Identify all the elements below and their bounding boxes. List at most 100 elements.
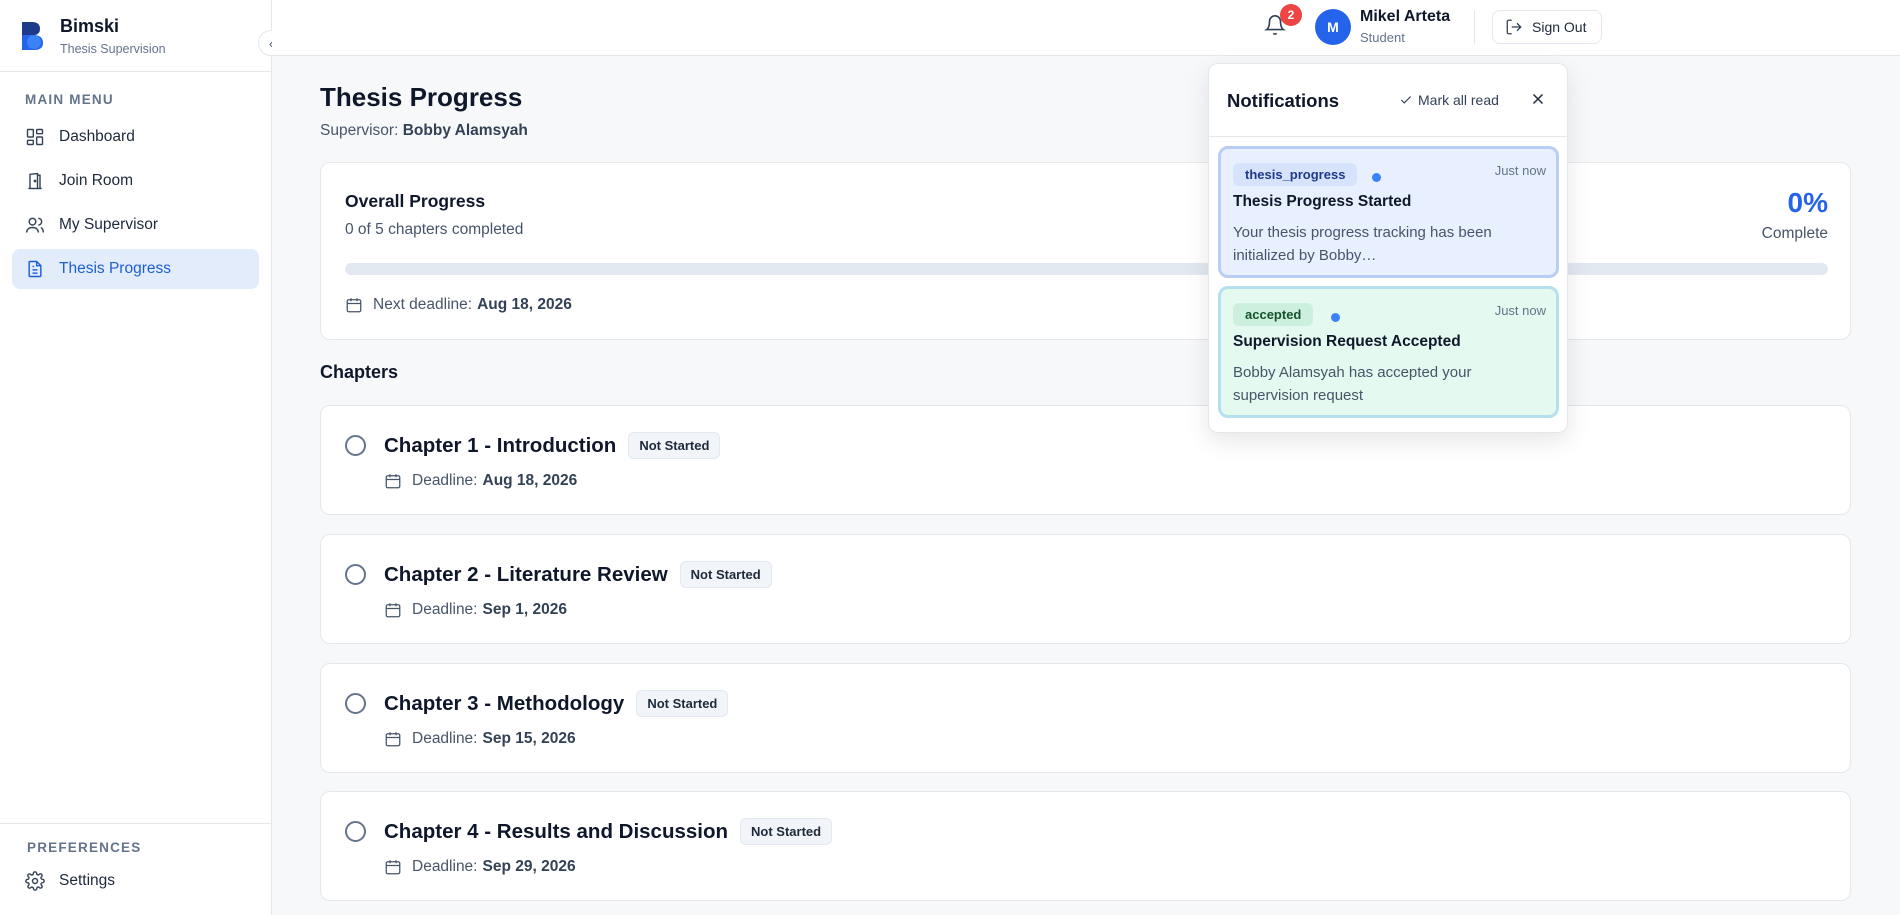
progress-bar — [345, 263, 1828, 275]
deadline-date: Sep 29, 2026 — [482, 858, 576, 875]
sidebar-item-join-room[interactable]: Join Room — [12, 161, 259, 201]
next-deadline-date: Aug 18, 2026 — [477, 296, 572, 313]
chapter-title-row: Chapter 3 - Methodology Not Started — [384, 690, 729, 717]
bimski-logo-icon — [22, 21, 43, 50]
sidebar-item-label: Thesis Progress — [59, 260, 171, 277]
mark-all-read-button[interactable]: Mark all read — [1399, 92, 1499, 108]
unread-dot — [1331, 313, 1340, 322]
chapter-deadline: Deadline: Sep 15, 2026 — [384, 730, 576, 748]
check-icon — [1400, 96, 1412, 104]
chapter-title-row: Chapter 1 - Introduction Not Started — [384, 432, 721, 459]
user-role: Student — [1360, 30, 1405, 45]
notification-body: Bobby Alamsyah has accepted your supervi… — [1233, 364, 1472, 404]
top-bar — [272, 0, 1900, 56]
chapter-title: Chapter 2 - Literature Review — [384, 562, 668, 586]
dashboard-icon — [26, 128, 44, 146]
chapter-title: Chapter 1 - Introduction — [384, 433, 617, 457]
supervisor-line: Supervisor: Bobby Alamsyah — [320, 122, 528, 140]
notifications-header: Notifications Mark all read — [1209, 64, 1567, 137]
chapter-status-radio[interactable] — [345, 435, 366, 456]
progress-title: Overall Progress — [345, 191, 486, 211]
document-icon — [28, 260, 42, 278]
notification-count-badge: 2 — [1280, 4, 1302, 26]
next-deadline: Next deadline: Aug 18, 2026 — [345, 296, 572, 314]
deadline-prefix: Deadline: — [412, 472, 478, 489]
preferences-label: PREFERENCES — [27, 840, 142, 855]
status-badge: Not Started — [636, 690, 729, 717]
chapter-deadline: Deadline: Aug 18, 2026 — [384, 472, 577, 490]
progress-complete-label: Complete — [1761, 225, 1828, 242]
header-divider — [1474, 10, 1475, 44]
notification-title: Supervision Request Accepted — [1233, 333, 1461, 350]
notification-time: Just now — [1494, 163, 1546, 178]
sign-out-label: Sign Out — [1532, 19, 1587, 35]
progress-subtitle: 0 of 5 chapters completed — [345, 221, 524, 238]
close-icon — [1532, 93, 1544, 105]
chapter-card[interactable]: Chapter 1 - Introduction Not Started Dea… — [320, 405, 1851, 515]
chapter-card[interactable]: Chapter 3 - Methodology Not Started Dead… — [320, 663, 1851, 773]
chapter-title: Chapter 4 - Results and Discussion — [384, 819, 729, 843]
status-badge: Not Started — [628, 432, 721, 459]
sidebar-item-label: Dashboard — [59, 128, 135, 145]
notifications-title: Notifications — [1227, 90, 1340, 111]
unread-dot — [1372, 173, 1381, 182]
brand-subtitle: Thesis Supervision — [60, 41, 166, 56]
chapter-title-row: Chapter 2 - Literature Review Not Starte… — [384, 561, 772, 588]
chapters-heading: Chapters — [320, 362, 399, 382]
chapter-card[interactable]: Chapter 2 - Literature Review Not Starte… — [320, 534, 1851, 644]
chapter-title: Chapter 3 - Methodology — [384, 691, 625, 715]
status-badge: Not Started — [679, 561, 772, 588]
chapter-status-radio[interactable] — [345, 821, 366, 842]
calendar-icon — [385, 474, 401, 489]
chapter-title-row: Chapter 4 - Results and Discussion Not S… — [384, 818, 833, 845]
mark-all-read-label: Mark all read — [1418, 92, 1499, 108]
progress-percent: 0% — [1787, 187, 1828, 218]
chapter-card[interactable]: Chapter 4 - Results and Discussion Not S… — [320, 791, 1851, 901]
notification-tag: thesis_progress — [1233, 163, 1358, 186]
deadline-date: Aug 18, 2026 — [482, 472, 578, 489]
sidebar-item-thesis-progress[interactable]: Thesis Progress — [12, 249, 259, 289]
deadline-prefix: Deadline: — [412, 730, 478, 747]
preferences-section: PREFERENCES Settings — [0, 823, 271, 915]
sidebar-item-label: Settings — [59, 872, 116, 889]
notification-title: Thesis Progress Started — [1233, 193, 1412, 210]
next-deadline-prefix: Next deadline: — [373, 296, 473, 313]
users-icon — [25, 217, 45, 233]
sign-out-button[interactable]: Sign Out — [1492, 10, 1602, 44]
sidebar-item-my-supervisor[interactable]: My Supervisor — [12, 205, 259, 245]
brand-name: Bimski — [60, 15, 120, 36]
supervisor-prefix: Supervisor: — [320, 122, 399, 139]
sidebar-item-dashboard[interactable]: Dashboard — [12, 117, 259, 157]
calendar-icon — [346, 298, 362, 313]
notification-time: Just now — [1494, 303, 1546, 318]
supervisor-name: Bobby Alamsyah — [402, 122, 528, 139]
calendar-icon — [385, 860, 401, 875]
brand: Bimski Thesis Supervision ‹ — [0, 0, 284, 72]
overall-progress-card: Overall Progress 0 of 5 chapters complet… — [320, 162, 1851, 340]
sidebar-item-settings[interactable]: Settings — [12, 861, 259, 901]
calendar-icon — [385, 732, 401, 747]
logout-icon — [1506, 19, 1522, 35]
chapter-deadline: Deadline: Sep 29, 2026 — [384, 858, 576, 876]
chapter-status-radio[interactable] — [345, 564, 366, 585]
sidebar-item-label: Join Room — [59, 172, 134, 189]
deadline-date: Sep 15, 2026 — [482, 730, 576, 747]
status-badge: Not Started — [740, 818, 833, 845]
notification-item[interactable]: thesis_progress Just now Thesis Progress… — [1218, 146, 1559, 278]
gear-icon — [25, 871, 45, 891]
chapter-deadline: Deadline: Sep 1, 2026 — [384, 601, 567, 619]
notification-item[interactable]: accepted Just now Supervision Request Ac… — [1218, 286, 1559, 418]
notification-tag: accepted — [1233, 303, 1314, 326]
door-icon — [28, 172, 42, 190]
notifications-panel: Notifications Mark all read thesis_progr… — [1208, 63, 1568, 433]
notification-body: Your thesis progress tracking has been i… — [1233, 224, 1492, 264]
deadline-date: Sep 1, 2026 — [482, 601, 567, 618]
sidebar: Bimski Thesis Supervision ‹ MAIN MENU Da… — [0, 0, 284, 915]
deadline-prefix: Deadline: — [412, 601, 478, 618]
chapter-status-radio[interactable] — [345, 693, 366, 714]
page-title: Thesis Progress — [320, 82, 523, 112]
sidebar-item-label: My Supervisor — [59, 216, 159, 233]
avatar[interactable]: M — [1315, 9, 1351, 45]
main-menu-label: MAIN MENU — [25, 92, 114, 107]
close-notifications-button[interactable] — [1529, 90, 1547, 108]
